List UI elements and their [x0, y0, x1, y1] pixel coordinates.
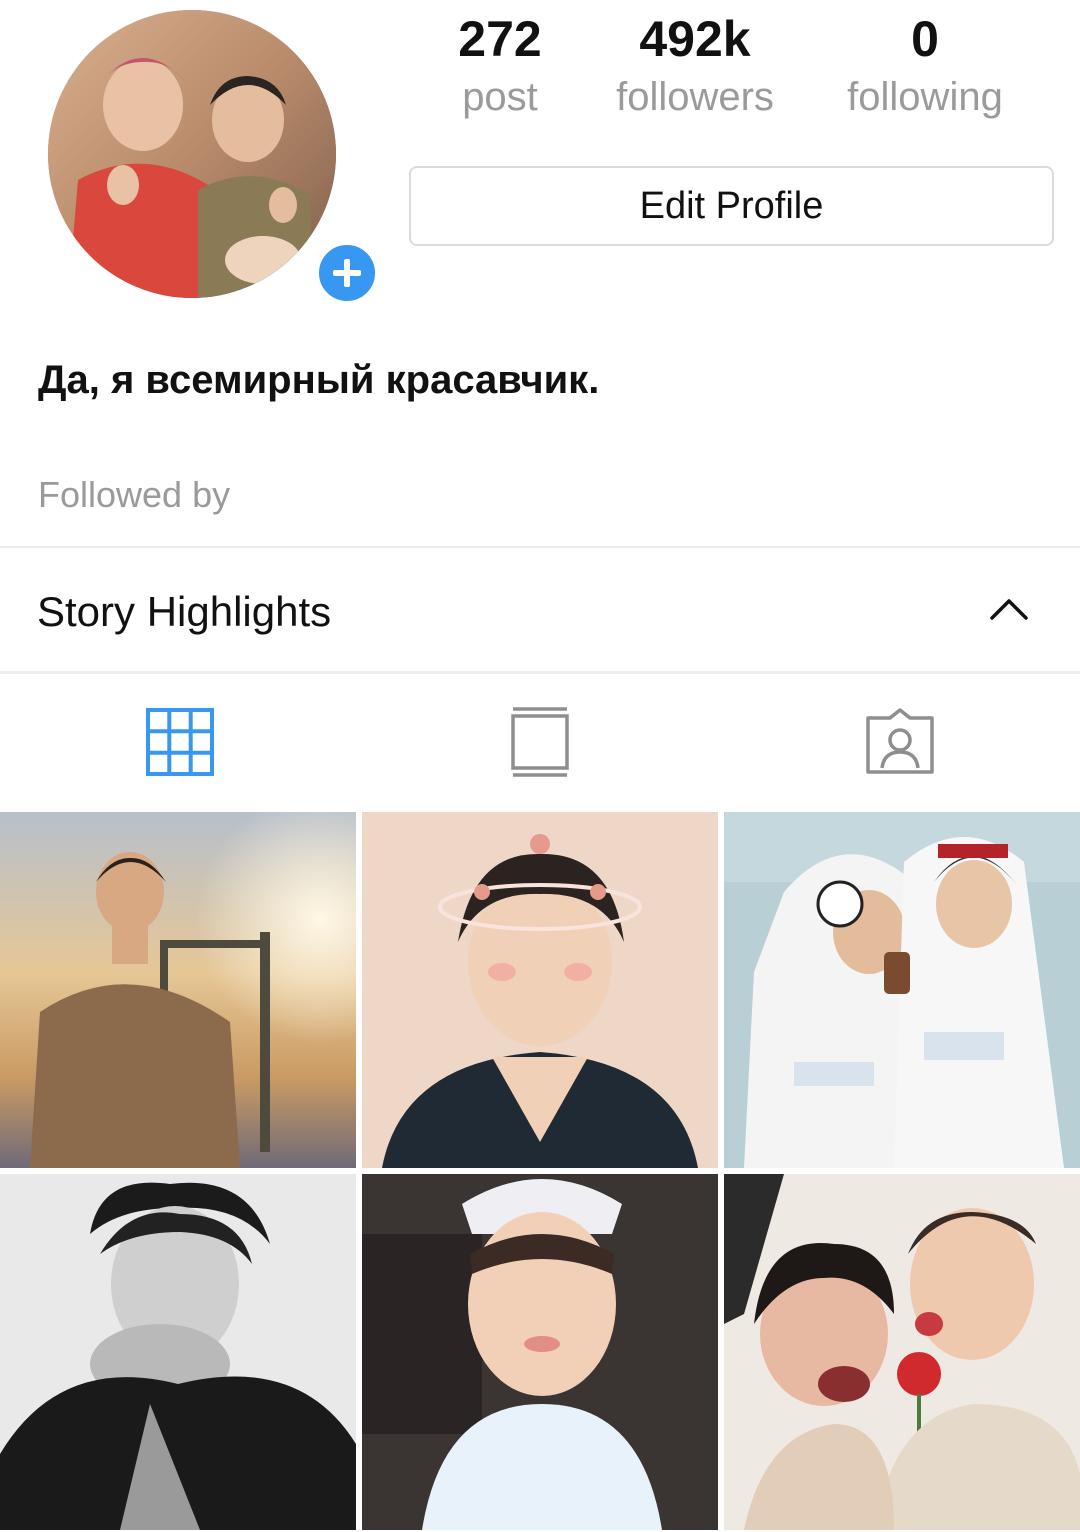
followers-label: followers	[616, 75, 774, 119]
following-count: 0	[911, 11, 939, 67]
post-thumbnail[interactable]	[724, 1174, 1080, 1530]
profile-bio: Да, я всемирный красавчик.	[38, 358, 600, 402]
chevron-up-icon[interactable]	[988, 594, 1030, 622]
followers-count: 492k	[639, 11, 751, 67]
posts-stat[interactable]: 272 post	[430, 8, 570, 124]
posts-label: post	[462, 75, 538, 119]
profile-avatar[interactable]	[48, 10, 380, 306]
posts-count: 272	[458, 11, 542, 67]
tab-grid[interactable]	[0, 674, 360, 810]
plus-icon	[333, 259, 361, 287]
following-stat[interactable]: 0 following	[830, 8, 1020, 124]
tab-tagged[interactable]	[720, 674, 1080, 810]
story-highlights-title: Story Highlights	[37, 588, 332, 635]
profile-tabs	[0, 674, 1080, 810]
post-thumbnail[interactable]	[0, 812, 356, 1168]
avatar-image	[48, 10, 336, 298]
edit-profile-button[interactable]: Edit Profile	[409, 166, 1054, 246]
profile-stats: 272 post 492k followers 0 following	[400, 8, 1060, 138]
posts-grid	[0, 812, 1080, 1532]
tab-feed[interactable]	[360, 674, 720, 810]
grid-icon	[146, 708, 214, 776]
post-thumbnail[interactable]	[362, 1174, 718, 1530]
followed-by-label[interactable]: Followed by	[38, 470, 230, 520]
add-story-button[interactable]	[314, 240, 380, 306]
post-thumbnail[interactable]	[0, 1174, 356, 1530]
post-thumbnail[interactable]	[724, 812, 1080, 1168]
tagged-icon	[866, 708, 934, 774]
feed-icon	[511, 707, 569, 777]
followers-stat[interactable]: 492k followers	[600, 8, 790, 124]
story-highlights-header[interactable]: Story Highlights	[0, 548, 1080, 672]
post-thumbnail[interactable]	[362, 812, 718, 1168]
following-label: following	[847, 75, 1003, 119]
